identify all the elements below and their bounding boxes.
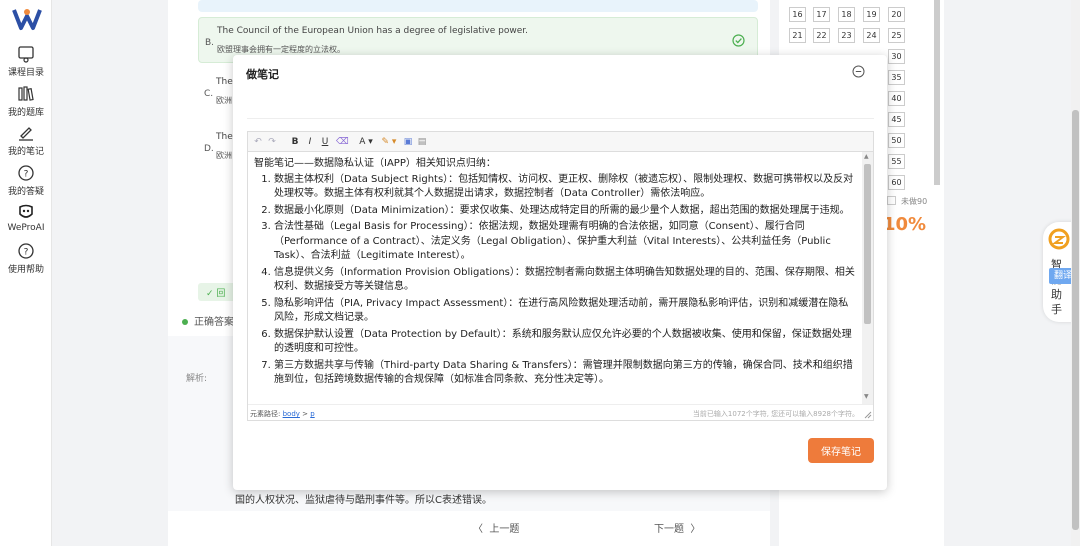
note-list-item: 数据最小化原则（Data Minimization）：要求仅收集、处理达成特定目… bbox=[274, 204, 856, 219]
note-list-item: 合法性基础（Legal Basis for Processing）：依据法规，数… bbox=[274, 220, 856, 264]
rich-text-editor: ↶ ↷ B I U ⌫ A ▾ ✎ ▾ ▣ ▤ 智能笔记——数据隐私认证（IAP… bbox=[247, 131, 874, 421]
note-heading: 智能笔记——数据隐私认证（IAPP）相关知识点归纳： bbox=[254, 158, 496, 169]
editor-scrollbar[interactable]: ▲ ▼ bbox=[862, 152, 873, 404]
modal-title: 做笔记 bbox=[246, 68, 279, 81]
image-icon[interactable]: ▣ bbox=[403, 136, 413, 148]
undo-icon[interactable]: ↶ bbox=[253, 136, 263, 148]
path-p-link[interactable]: p bbox=[310, 410, 314, 418]
path-body-link[interactable]: body bbox=[283, 410, 300, 418]
note-list-item: 隐私影响评估（PIA, Privacy Impact Assessment）：在… bbox=[274, 297, 856, 326]
scroll-down-icon[interactable]: ▼ bbox=[864, 393, 869, 400]
font-color-button[interactable]: A ▾ bbox=[356, 136, 376, 148]
underline-button[interactable]: U bbox=[320, 136, 330, 148]
minimize-icon[interactable] bbox=[852, 65, 865, 78]
char-count: 当前已输入1072个字符, 您还可以输入8928个字符。 bbox=[692, 410, 859, 418]
element-path: 元素路径: body > p bbox=[250, 409, 315, 419]
note-modal: 做笔记 ↶ ↷ B I U ⌫ A ▾ ✎ ▾ ▣ ▤ 智能笔记——数据隐私认证… bbox=[233, 55, 887, 490]
note-list-item: 信息提供义务（Information Provision Obligations… bbox=[274, 266, 856, 295]
editor-statusbar: 元素路径: body > p 当前已输入1072个字符, 您还可以输入8928个… bbox=[248, 404, 873, 420]
element-path-label: 元素路径: bbox=[250, 410, 281, 418]
highlight-button[interactable]: ✎ ▾ bbox=[379, 136, 399, 148]
note-list-item: 第三方数据共享与传输（Third-party Data Sharing & Tr… bbox=[274, 359, 856, 388]
italic-button[interactable]: I bbox=[305, 136, 315, 148]
note-list-item: 数据保护默认设置（Data Protection by Default）：系统和… bbox=[274, 328, 856, 357]
editor-content[interactable]: 智能笔记——数据隐私认证（IAPP）相关知识点归纳： 数据主体权利（Data S… bbox=[248, 152, 862, 404]
editor-toolbar: ↶ ↷ B I U ⌫ A ▾ ✎ ▾ ▣ ▤ bbox=[248, 132, 873, 152]
document-icon[interactable]: ▤ bbox=[417, 136, 427, 148]
note-list: 数据主体权利（Data Subject Rights）：包括知情权、访问权、更正… bbox=[254, 173, 856, 388]
redo-icon[interactable]: ↷ bbox=[267, 136, 277, 148]
save-note-button[interactable]: 保存笔记 bbox=[808, 438, 874, 463]
editor-scroll-thumb[interactable] bbox=[864, 164, 871, 324]
bold-button[interactable]: B bbox=[290, 136, 300, 148]
note-list-item: 数据主体权利（Data Subject Rights）：包括知情权、访问权、更正… bbox=[274, 173, 856, 202]
scroll-up-icon[interactable]: ▲ bbox=[864, 153, 869, 160]
note-title-input[interactable] bbox=[247, 95, 874, 119]
eraser-icon[interactable]: ⌫ bbox=[336, 136, 349, 148]
resize-handle-icon[interactable] bbox=[864, 411, 872, 419]
path-separator: > bbox=[299, 410, 311, 418]
